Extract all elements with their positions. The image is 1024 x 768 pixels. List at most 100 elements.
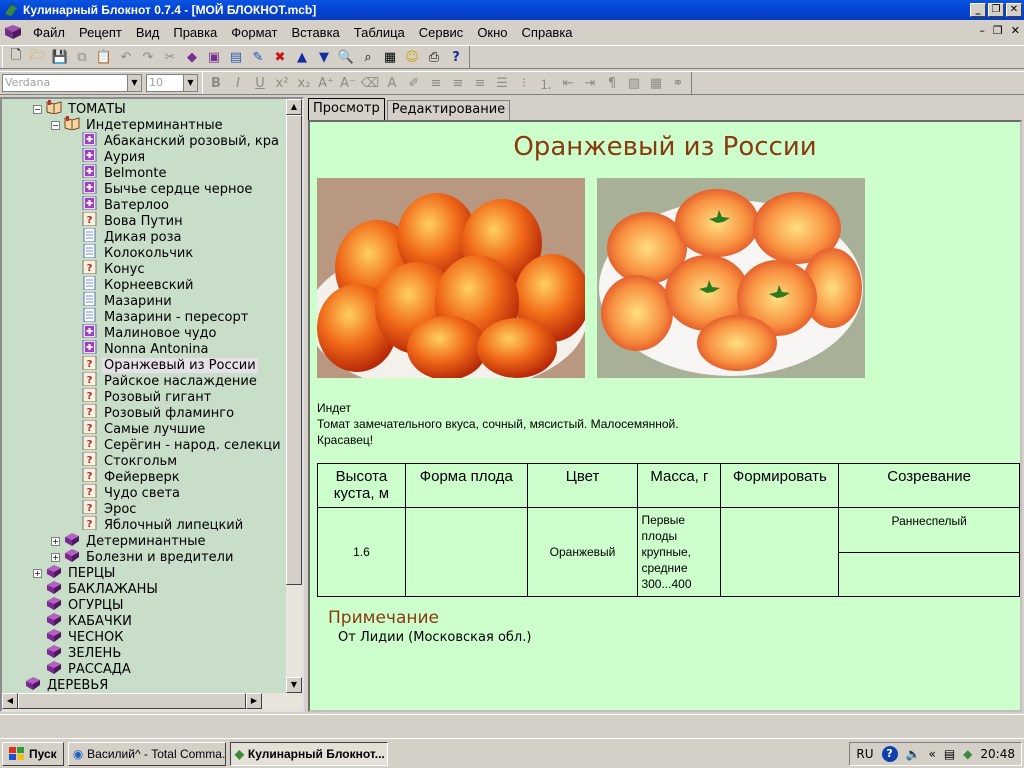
expand-icon[interactable]: + <box>33 568 42 578</box>
tree-item[interactable]: БАКЛАЖАНЫ <box>46 581 160 597</box>
tree-item[interactable]: Мазарини - пересорт <box>82 308 250 325</box>
tree-item[interactable]: − ТОМАТЫ <box>33 100 128 117</box>
menu-edit[interactable]: Правка <box>166 25 224 40</box>
menu-table[interactable]: Таблица <box>347 25 412 40</box>
language-indicator[interactable]: RU <box>856 747 873 761</box>
print-icon[interactable]: ⎙ <box>423 47 445 67</box>
save-icon[interactable]: 💾 <box>49 47 71 67</box>
menu-file[interactable]: Файл <box>26 25 72 40</box>
scroll-down-icon[interactable]: ▼ <box>286 677 302 693</box>
size-combo[interactable]: 10 ▼ <box>146 74 198 92</box>
mdi-restore-button[interactable]: ❐ <box>993 24 1003 37</box>
chevron-down-icon[interactable]: ▼ <box>127 75 141 91</box>
tree-item[interactable]: Бычье сердце черное <box>82 180 254 197</box>
mdi-close-button[interactable]: ✕ <box>1011 24 1020 37</box>
tree-item[interactable]: ? Чудо света <box>82 484 182 501</box>
menu-view[interactable]: Вид <box>129 25 167 40</box>
align-center-icon[interactable]: ≡ <box>447 73 469 93</box>
expand-icon[interactable]: + <box>51 536 60 546</box>
speaker-icon[interactable]: 🔈 <box>906 747 921 761</box>
tree-item[interactable]: Дикая роза <box>82 228 183 245</box>
recipe-icon[interactable]: ▤ <box>225 47 247 67</box>
tree-item[interactable]: ? Райское наслаждение <box>82 372 259 389</box>
numbered-list-icon[interactable]: ⒈ <box>535 73 557 93</box>
tree-item[interactable]: Абаканский розовый, кра <box>82 132 281 149</box>
tree-item[interactable]: ЗЕЛЕНЬ <box>46 645 123 661</box>
subscript-icon[interactable]: x₂ <box>293 73 315 93</box>
tree-item[interactable]: КАБАЧКИ <box>46 613 134 629</box>
close-button[interactable]: ✕ <box>1006 3 1022 17</box>
tree-item[interactable]: ДЕРЕВЬЯ <box>25 677 110 693</box>
align-right-icon[interactable]: ≡ <box>469 73 491 93</box>
cut-icon[interactable]: ✂ <box>159 47 181 67</box>
open-book-icon[interactable]: ▣ <box>203 47 225 67</box>
start-button[interactable]: Пуск <box>2 741 64 766</box>
tree-item[interactable]: ? Стокгольм <box>82 452 179 469</box>
collapse-icon[interactable]: − <box>33 104 42 114</box>
menu-format[interactable]: Формат <box>224 25 284 40</box>
menu-service[interactable]: Сервис <box>412 25 471 40</box>
menu-help[interactable]: Справка <box>515 25 580 40</box>
tree-item[interactable]: ? Яблочный липецкий <box>82 516 245 533</box>
pilcrow-icon[interactable]: ¶ <box>601 73 623 93</box>
tree-item[interactable]: ОГУРЦЫ <box>46 597 126 613</box>
tree-item[interactable]: РАССАДА <box>46 661 133 677</box>
italic-icon[interactable]: I <box>227 73 249 93</box>
edit-icon[interactable]: ✎ <box>247 47 269 67</box>
tree-item[interactable]: + Детерминантные <box>51 533 208 549</box>
tree-item[interactable]: ? Самые лучшие <box>82 420 207 437</box>
paste-disabled-icon[interactable]: 📋 <box>93 47 115 67</box>
tree-item[interactable]: − Индетерминантные <box>51 116 225 133</box>
tree-item[interactable]: + Болезни и вредители <box>51 549 235 565</box>
insert-table-icon[interactable]: ▦ <box>645 73 667 93</box>
bold-icon[interactable]: B <box>205 73 227 93</box>
arrow-up-icon[interactable]: ▲ <box>291 47 313 67</box>
copy-disabled-icon[interactable]: ⧉ <box>71 47 93 67</box>
tray-app-icon[interactable]: ◆ <box>963 747 972 761</box>
task-culinary-notebook[interactable]: ◆ Кулинарный Блокнот... <box>229 741 388 766</box>
tree-item[interactable]: ? Фейерверк <box>82 468 182 485</box>
bullet-list-icon[interactable]: ⁝ <box>513 73 535 93</box>
tree-item[interactable]: Ватерлоо <box>82 196 171 213</box>
superscript-icon[interactable]: x² <box>271 73 293 93</box>
font-grow-icon[interactable]: A⁺ <box>315 73 337 93</box>
help-icon[interactable]: ? <box>881 746 898 762</box>
tree-item[interactable]: ? Оранжевый из России <box>82 356 258 373</box>
collapse-icon[interactable]: − <box>51 120 60 130</box>
chevron-left-icon[interactable]: « <box>928 747 935 761</box>
network-icon[interactable]: ▤ <box>944 747 955 761</box>
scroll-thumb[interactable] <box>286 115 302 585</box>
tree-item[interactable]: Мазарини <box>82 292 174 309</box>
tree-vertical-scrollbar[interactable]: ▲ ▼ <box>286 99 302 693</box>
minimize-button[interactable]: _ <box>970 3 986 17</box>
justify-icon[interactable]: ☰ <box>491 73 513 93</box>
tree-item[interactable]: ? Вова Путин <box>82 212 185 229</box>
find-icon[interactable]: ⌕ <box>357 47 379 67</box>
scroll-thumb[interactable] <box>18 693 246 709</box>
scroll-up-icon[interactable]: ▲ <box>286 99 302 115</box>
tree-horizontal-scrollbar[interactable]: ◀ ▶ <box>2 693 302 710</box>
highlight-icon[interactable]: ✐ <box>403 73 425 93</box>
preview-icon[interactable]: 🔍 <box>335 47 357 67</box>
font-shrink-icon[interactable]: A⁻ <box>337 73 359 93</box>
tree-item[interactable]: Корнеевский <box>82 276 196 293</box>
help-icon[interactable]: ? <box>445 47 467 67</box>
tree-item[interactable]: ? Розовый фламинго <box>82 404 236 421</box>
undo-icon[interactable]: ↶ <box>115 47 137 67</box>
insert-image-icon[interactable]: ▨ <box>623 73 645 93</box>
new-file-icon[interactable]: 🗋 <box>5 47 27 67</box>
notebook-icon[interactable] <box>4 24 22 40</box>
maximize-button[interactable]: ❐ <box>988 3 1004 17</box>
outdent-icon[interactable]: ⇤ <box>557 73 579 93</box>
recipe-tree[interactable]: − ТОМАТЫ − Индетерминантные Абаканский розов… <box>2 99 288 693</box>
scroll-right-icon[interactable]: ▶ <box>246 693 262 709</box>
tree-item[interactable]: Belmonte <box>82 164 168 181</box>
chevron-down-icon[interactable]: ▼ <box>183 75 197 91</box>
tree-item[interactable]: + ПЕРЦЫ <box>33 565 117 581</box>
menu-recipe[interactable]: Рецепт <box>72 25 129 40</box>
font-combo[interactable]: Verdana ▼ <box>2 74 142 92</box>
indent-icon[interactable]: ⇥ <box>579 73 601 93</box>
delete-icon[interactable]: ✖ <box>269 47 291 67</box>
tree-item[interactable]: ? Розовый гигант <box>82 388 213 405</box>
link-icon[interactable]: ⚭ <box>667 73 689 93</box>
